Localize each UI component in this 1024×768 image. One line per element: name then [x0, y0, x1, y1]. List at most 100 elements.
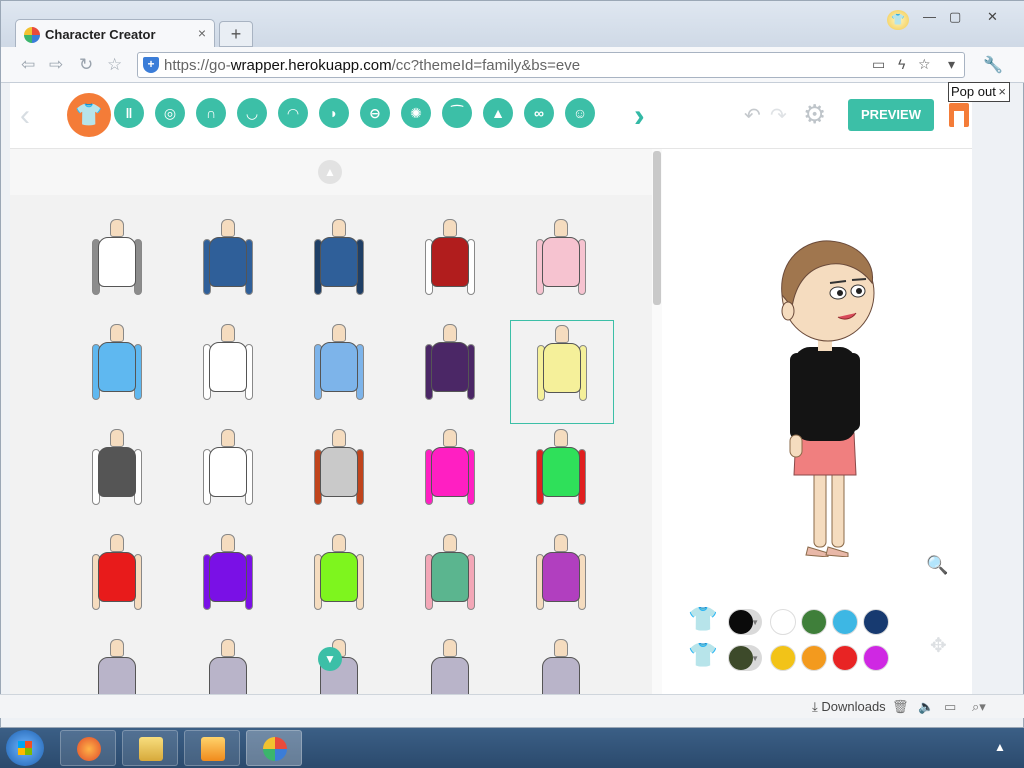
- start-button[interactable]: [6, 730, 44, 766]
- character-figure[interactable]: [748, 237, 948, 557]
- clothing-item[interactable]: [399, 215, 503, 319]
- clothing-gallery: ▲ ▼: [10, 149, 662, 694]
- clothing-item[interactable]: [510, 425, 614, 529]
- wrench-menu-icon[interactable]: 🔧: [983, 55, 1003, 75]
- clothing-item[interactable]: [399, 530, 503, 634]
- color-swatch[interactable]: [863, 609, 889, 635]
- back-icon[interactable]: ⇦: [21, 55, 35, 75]
- scroll-up-button[interactable]: ▲: [318, 160, 342, 184]
- bookmark-star-icon[interactable]: ☆: [918, 56, 931, 73]
- clothing-item[interactable]: [177, 320, 281, 424]
- reload-icon[interactable]: ↻: [79, 55, 93, 75]
- move-icon[interactable]: ✥: [930, 633, 947, 658]
- gear-icon[interactable]: ⚙: [803, 99, 826, 130]
- category-head-icon[interactable]: ⊖: [360, 98, 390, 128]
- clothing-item[interactable]: [177, 425, 281, 529]
- redo-icon[interactable]: ↷: [770, 103, 787, 128]
- category-eyes-icon[interactable]: ✺: [401, 98, 431, 128]
- scroll-thumb[interactable]: [653, 151, 661, 305]
- item-mannequin-head: [221, 429, 235, 447]
- popup-blocked-icon[interactable]: ▭: [872, 56, 885, 73]
- clothing-item[interactable]: [66, 425, 170, 529]
- clothing-item-partial[interactable]: [177, 635, 281, 694]
- clothing-item[interactable]: [177, 215, 281, 319]
- category-hair-icon[interactable]: ∩: [196, 98, 226, 128]
- clothing-item[interactable]: [66, 215, 170, 319]
- home-star-icon[interactable]: ☆: [107, 55, 122, 75]
- secondary-color-shirt-icon: 👕: [688, 642, 718, 669]
- clothing-item[interactable]: [288, 320, 392, 424]
- minimize-icon[interactable]: —: [923, 9, 936, 24]
- color-dropdown-secondary[interactable]: ▼: [728, 645, 762, 671]
- category-ears-icon[interactable]: ◗: [319, 98, 349, 128]
- color-dropdown-primary[interactable]: ▼: [728, 609, 762, 635]
- close-tab-icon[interactable]: ×: [198, 25, 206, 41]
- downloads-button[interactable]: ⤓ Downloads: [812, 699, 886, 715]
- item-mannequin-head: [110, 429, 124, 447]
- prev-category-arrow-icon[interactable]: ‹: [20, 99, 30, 133]
- zoom-icon[interactable]: 🔍: [926, 555, 948, 576]
- taskbar-media-player[interactable]: [184, 730, 240, 766]
- category-mouth-icon[interactable]: ◠: [278, 98, 308, 128]
- item-torso: [209, 552, 247, 602]
- save-icon[interactable]: [949, 103, 969, 127]
- tray-arrow-icon[interactable]: ▲: [994, 740, 1006, 754]
- clothing-item[interactable]: [510, 530, 614, 634]
- color-swatch[interactable]: [801, 609, 827, 635]
- page-icon[interactable]: ▭: [944, 699, 956, 715]
- clothing-item[interactable]: [66, 530, 170, 634]
- volume-icon[interactable]: 🔈: [918, 699, 934, 715]
- close-window-icon[interactable]: ✕: [987, 9, 998, 25]
- clothing-item-partial[interactable]: [399, 635, 503, 694]
- color-swatch[interactable]: [863, 645, 889, 671]
- zoom-menu-icon[interactable]: ⌕▾: [972, 699, 986, 715]
- scroll-down-button[interactable]: ▼: [318, 647, 342, 671]
- color-swatch[interactable]: [832, 645, 858, 671]
- category-tops-icon[interactable]: 👕: [67, 93, 111, 137]
- category-glasses-icon[interactable]: ∞: [524, 98, 554, 128]
- clothing-item[interactable]: [510, 320, 614, 424]
- category-nose-icon[interactable]: ▲: [483, 98, 513, 128]
- category-beard-icon[interactable]: ◡: [237, 98, 267, 128]
- taskbar-explorer[interactable]: [122, 730, 178, 766]
- clothing-item[interactable]: [399, 320, 503, 424]
- item-mannequin-head: [443, 534, 457, 552]
- forward-icon[interactable]: ⇨: [49, 55, 63, 75]
- dropdown-arrow-icon[interactable]: ▾: [948, 56, 955, 73]
- tab-character-creator[interactable]: Character Creator ×: [15, 19, 215, 49]
- category-face-marks-icon[interactable]: ☺: [565, 98, 595, 128]
- shirt-extension-icon[interactable]: 👕: [887, 10, 909, 30]
- item-mannequin-head: [555, 325, 569, 343]
- new-tab-button[interactable]: +: [219, 21, 253, 47]
- flash-icon[interactable]: ϟ: [898, 56, 905, 72]
- preview-button[interactable]: PREVIEW: [848, 99, 934, 131]
- color-swatch[interactable]: [770, 609, 796, 635]
- undo-icon[interactable]: ↶: [744, 103, 761, 128]
- clothing-item-partial[interactable]: [66, 635, 170, 694]
- popout-tooltip[interactable]: Pop out ×: [948, 82, 1010, 102]
- clothing-item[interactable]: [66, 320, 170, 424]
- clothing-item[interactable]: [288, 425, 392, 529]
- category-eyebrows-icon[interactable]: ⁀: [442, 98, 472, 128]
- category-bottoms-icon[interactable]: ‖: [114, 98, 144, 128]
- address-bar[interactable]: + https://go-wrapper.herokuapp.com/cc?th…: [137, 52, 965, 78]
- trash-icon[interactable]: 🗑: [892, 699, 909, 715]
- color-swatch[interactable]: [832, 609, 858, 635]
- gallery-scrollbar[interactable]: [652, 149, 662, 694]
- color-swatch[interactable]: [801, 645, 827, 671]
- color-swatch[interactable]: [770, 645, 796, 671]
- maximize-icon[interactable]: ▢: [949, 9, 961, 25]
- clothing-item-partial[interactable]: [510, 635, 614, 694]
- popout-close-icon[interactable]: ×: [998, 83, 1006, 101]
- clothing-item[interactable]: [177, 530, 281, 634]
- category-face-shape-icon[interactable]: ◎: [155, 98, 185, 128]
- taskbar-firefox[interactable]: [60, 730, 116, 766]
- clothing-item[interactable]: [288, 215, 392, 319]
- url-text[interactable]: https://go-wrapper.herokuapp.com/cc?them…: [164, 57, 580, 74]
- item-mannequin-head: [554, 534, 568, 552]
- clothing-item[interactable]: [510, 215, 614, 319]
- clothing-item[interactable]: [399, 425, 503, 529]
- clothing-item[interactable]: [288, 530, 392, 634]
- taskbar-browser[interactable]: [246, 730, 302, 766]
- next-category-arrow-icon[interactable]: ›: [634, 97, 645, 134]
